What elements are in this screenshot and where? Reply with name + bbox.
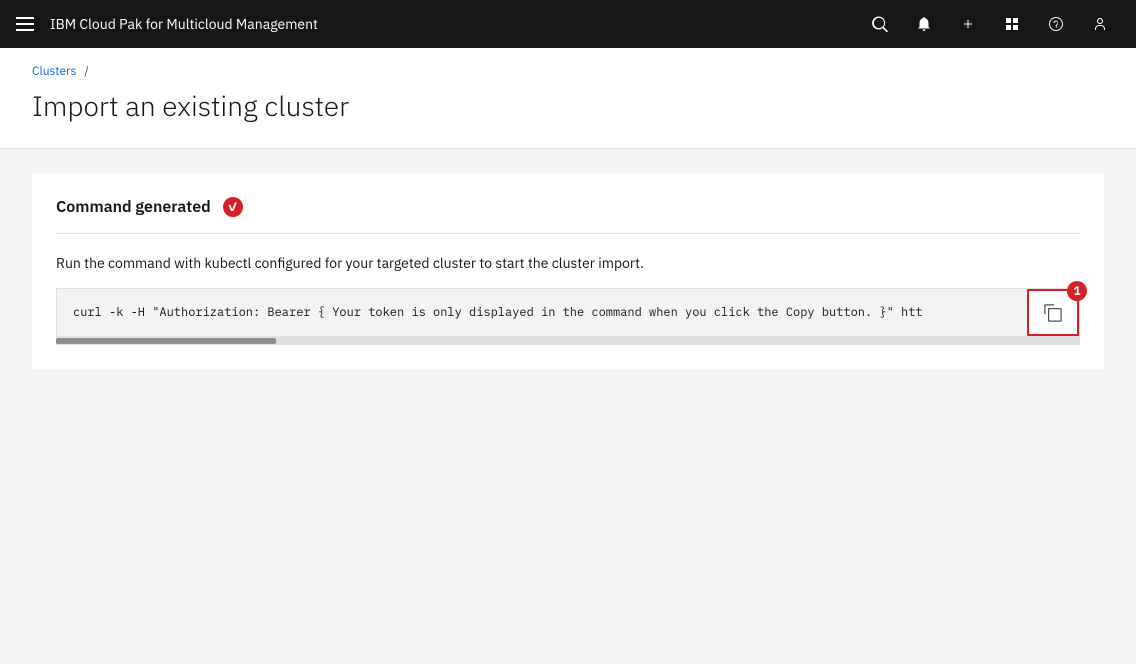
hamburger-menu[interactable] [16, 17, 34, 31]
search-icon [872, 16, 888, 32]
apps-button[interactable] [992, 0, 1032, 48]
section-header: Command generated [56, 197, 1080, 234]
copy-button-wrapper: 1 [1027, 289, 1079, 336]
page-title: Import an existing cluster [32, 87, 1104, 124]
add-button[interactable] [948, 0, 988, 48]
command-container: curl -k -H "Authorization: Bearer { Your… [56, 288, 1080, 337]
breadcrumb-separator: / [84, 64, 89, 79]
notifications-button[interactable] [904, 0, 944, 48]
help-icon [1048, 16, 1064, 32]
section-card: Command generated Run the command with k… [32, 173, 1104, 369]
step-badge-1: 1 [1067, 281, 1087, 301]
help-button[interactable] [1036, 0, 1076, 48]
copy-icon [1043, 303, 1063, 323]
breadcrumb: Clusters / [32, 64, 1104, 79]
search-button[interactable] [860, 0, 900, 48]
user-button[interactable] [1080, 0, 1120, 48]
description-text: Run the command with kubectl configured … [56, 254, 1080, 272]
nav-icons [860, 0, 1120, 48]
add-icon [960, 16, 976, 32]
apps-icon [1004, 16, 1020, 32]
scroll-thumb [56, 338, 276, 344]
command-text: curl -k -H "Authorization: Bearer { Your… [57, 289, 1027, 336]
content-area: Clusters / Import an existing cluster Co… [0, 48, 1136, 664]
check-icon [223, 197, 243, 217]
breadcrumb-clusters-link[interactable]: Clusters [32, 64, 76, 79]
section-title: Command generated [56, 197, 211, 217]
app-title: IBM Cloud Pak for Multicloud Management [50, 15, 844, 33]
page-header: Clusters / Import an existing cluster [0, 48, 1136, 149]
notifications-icon [916, 16, 932, 32]
main-content: Command generated Run the command with k… [0, 149, 1136, 664]
top-nav: IBM Cloud Pak for Multicloud Management [0, 0, 1136, 48]
scroll-bar[interactable] [56, 337, 1080, 345]
user-icon [1092, 16, 1108, 32]
